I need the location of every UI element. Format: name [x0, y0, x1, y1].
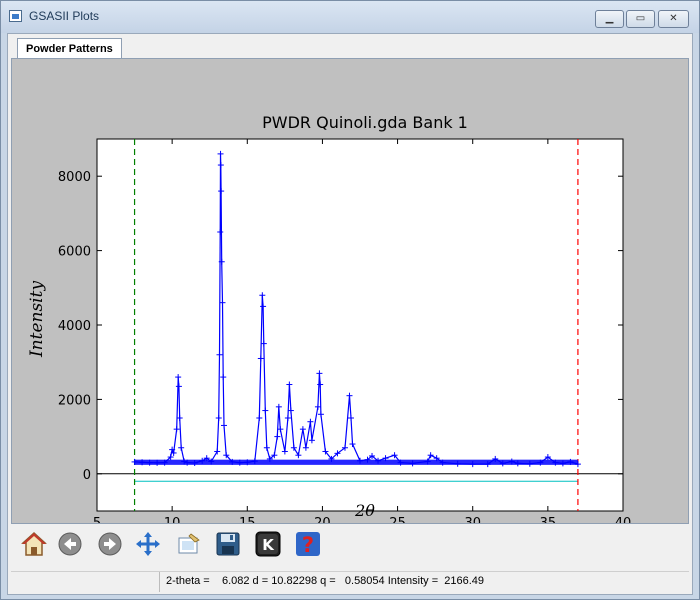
- home-icon[interactable]: [20, 530, 48, 558]
- cursor-readout: 2-theta = 6.082 d = 10.82298 q = 0.58054…: [166, 575, 485, 587]
- save-disk-icon[interactable]: [214, 530, 242, 558]
- title-bar[interactable]: GSASII Plots ▁ ▭ ✕: [1, 1, 699, 33]
- plot-window: GSASII Plots ▁ ▭ ✕ Powder Patterns 5 10 15…: [0, 0, 700, 600]
- svg-text:?: ?: [302, 533, 314, 557]
- close-icon: ✕: [669, 13, 678, 24]
- window-title: GSASII Plots: [29, 9, 100, 23]
- x-tick-label: 40: [615, 516, 632, 523]
- x-tick-label: 10: [164, 516, 181, 523]
- x-tick-label: 25: [389, 516, 406, 523]
- status-cell: 2-theta = 6.082 d = 10.82298 q = 0.58054…: [159, 572, 690, 592]
- chart-title: PWDR Quinoli.gda Bank 1: [262, 113, 468, 132]
- y-tick-label: 8000: [58, 170, 91, 185]
- y-tick-label: 6000: [58, 245, 91, 260]
- svg-text:K: K: [262, 536, 275, 554]
- maximize-button[interactable]: ▭: [626, 10, 655, 28]
- status-bar: 2-theta = 6.082 d = 10.82298 q = 0.58054…: [11, 571, 689, 592]
- configure-subplots-icon[interactable]: [174, 530, 202, 558]
- k-key-icon[interactable]: K: [254, 530, 282, 558]
- plot-panel: 5 10 15 20 25 30 35 40 0 2000 4000 6000 8000 PWDR Qu…: [11, 58, 689, 524]
- tab-strip: Powder Patterns: [8, 34, 692, 59]
- forward-arrow-icon[interactable]: [96, 530, 124, 558]
- y-tick-label: 0: [83, 468, 91, 483]
- pan-icon[interactable]: [134, 530, 162, 558]
- back-arrow-icon[interactable]: [56, 530, 84, 558]
- x-tick-label: 20: [314, 516, 331, 523]
- plot-area: [97, 139, 623, 511]
- tab-powder-patterns[interactable]: Powder Patterns: [17, 38, 122, 59]
- x-tick-label: 15: [239, 516, 256, 523]
- powder-pattern-chart[interactable]: 5 10 15 20 25 30 35 40 0 2000 4000 6000 8000 PWDR Qu…: [12, 59, 688, 523]
- client-area: Powder Patterns 5 10 15 20 25 30 35 40 0 2000 4000…: [7, 33, 693, 595]
- plot-toolbar: K ?: [11, 527, 689, 563]
- y-axis-label: Intensity: [27, 281, 47, 358]
- y-tick-label: 4000: [58, 319, 91, 334]
- minimize-icon: ▁: [605, 13, 614, 24]
- x-tick-label: 35: [540, 516, 557, 523]
- x-tick-label: 5: [93, 516, 101, 523]
- y-tick-label: 2000: [58, 393, 91, 408]
- help-icon[interactable]: ?: [294, 530, 322, 558]
- x-axis-label: 2θ: [354, 501, 375, 520]
- app-window-icon: [9, 10, 22, 22]
- minimize-button[interactable]: ▁: [595, 10, 624, 28]
- x-tick-label: 30: [464, 516, 481, 523]
- maximize-icon: ▭: [635, 13, 646, 24]
- close-button[interactable]: ✕: [658, 10, 689, 28]
